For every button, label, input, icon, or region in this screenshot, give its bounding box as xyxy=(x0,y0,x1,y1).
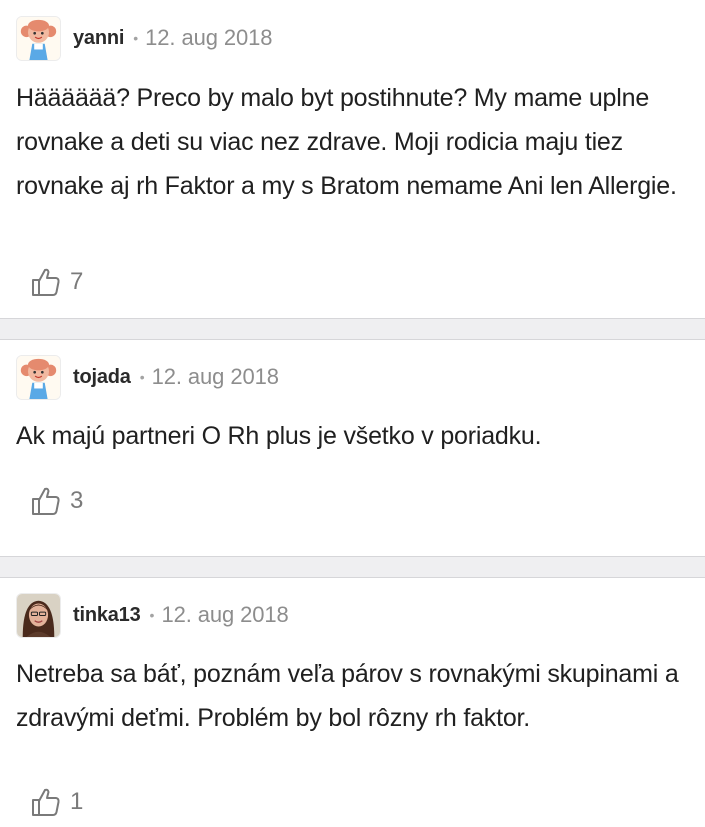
like-button[interactable]: 1 xyxy=(30,786,83,818)
like-button[interactable]: 3 xyxy=(30,485,83,517)
like-count: 3 xyxy=(70,487,84,514)
user-photo-avatar xyxy=(17,593,60,637)
comment-item: tinka13 • 12. aug 2018 Netreba sa báť, p… xyxy=(0,578,705,827)
timestamp: 12. aug 2018 xyxy=(145,25,273,50)
thumbs-up-outline-icon xyxy=(32,788,60,816)
username[interactable]: tojada xyxy=(73,366,131,389)
comment-item: tojada • 12. aug 2018 Ak majú partneri O… xyxy=(0,340,705,556)
avatar[interactable] xyxy=(16,592,61,638)
comment-header: yanni • 12. aug 2018 xyxy=(16,0,689,76)
like-button[interactable]: 7 xyxy=(30,266,83,298)
comment-header: tojada • 12. aug 2018 xyxy=(16,340,689,414)
like-count: 1 xyxy=(70,788,84,815)
username[interactable]: yanni xyxy=(73,27,124,50)
comment-item: yanni • 12. aug 2018 Hääääää? Preco by m… xyxy=(0,0,705,318)
comment-divider xyxy=(0,318,705,340)
cartoon-girl-avatar-icon xyxy=(17,355,60,399)
meta-separator: • xyxy=(139,369,145,385)
like-count: 7 xyxy=(70,268,84,295)
comment-header: tinka13 • 12. aug 2018 xyxy=(16,578,689,652)
timestamp: 12. aug 2018 xyxy=(151,364,279,389)
timestamp: 12. aug 2018 xyxy=(161,602,289,627)
username[interactable]: tinka13 xyxy=(73,604,141,627)
meta-separator: • xyxy=(149,607,155,623)
avatar[interactable] xyxy=(16,15,61,61)
avatar[interactable] xyxy=(16,354,61,400)
comment-divider xyxy=(0,556,705,578)
comment-feed: yanni • 12. aug 2018 Hääääää? Preco by m… xyxy=(0,0,705,827)
comment-text: Ak majú partneri O Rh plus je všetko v p… xyxy=(16,422,542,450)
comment-text: Netreba sa báť, poznám veľa párov s rovn… xyxy=(16,660,679,732)
cartoon-girl-avatar-icon xyxy=(17,16,60,60)
comment-text: Hääääää? Preco by malo byt postihnute? M… xyxy=(16,84,677,200)
meta-separator: • xyxy=(133,30,139,46)
thumbs-up-outline-icon xyxy=(32,487,60,515)
thumbs-up-outline-icon xyxy=(32,268,60,296)
